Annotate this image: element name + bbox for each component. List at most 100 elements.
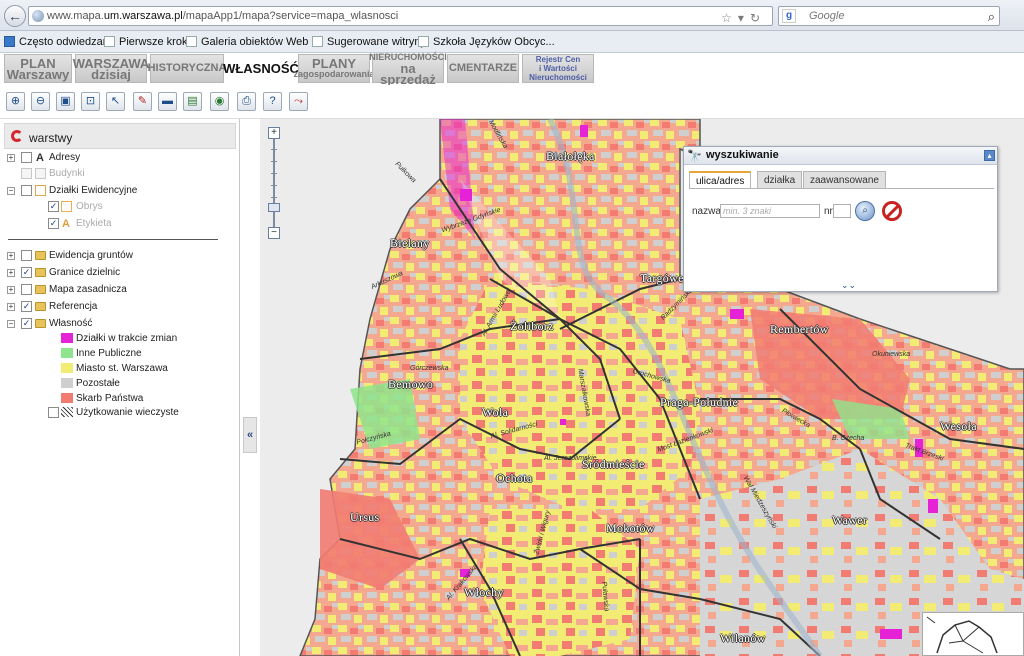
tab-plany[interactable]: PLANY zagospodarowania	[294, 54, 375, 83]
district-label: Mokotów	[606, 521, 655, 535]
zoom-plus-icon[interactable]: +	[268, 127, 280, 139]
layer-checkbox[interactable]	[21, 250, 32, 261]
tab-dzialka[interactable]: działka	[757, 171, 803, 189]
bookmarks-bar: Często odwiedzane Pierwsze kroki Galeria…	[0, 31, 1024, 53]
tab-historyczna[interactable]: HISTORYCZNA	[148, 54, 226, 83]
address-bar[interactable]: www.mapa.um.warszawa.pl/mapaApp1/mapa?se…	[28, 6, 773, 26]
tab-wlasnosc[interactable]: WŁASNOŚĆ	[223, 54, 299, 83]
layers-icon[interactable]: ▤	[183, 92, 202, 111]
zoom-tick	[271, 197, 277, 198]
district-label: Białołęka	[546, 149, 595, 163]
route-icon[interactable]: ⤳	[289, 92, 308, 111]
bookmark-folder-icon	[4, 36, 15, 47]
binoculars-icon: 🔭	[687, 149, 702, 163]
outline-symbol-icon	[61, 201, 72, 212]
zoom-track[interactable]	[273, 139, 275, 227]
zoom-extent-icon[interactable]: ⊡	[81, 92, 100, 111]
search-dialog-header[interactable]: 🔭 wyszukiwanie ▴	[684, 147, 997, 165]
clear-stop-icon[interactable]	[882, 201, 902, 221]
search-magnifier-icon[interactable]: ⌕	[855, 201, 875, 221]
layer-checkbox[interactable]	[48, 407, 59, 418]
collapse-minus-icon[interactable]: −	[7, 187, 15, 195]
text-layer-icon: A	[36, 152, 44, 164]
legend-swatch	[61, 363, 73, 373]
layer-label: Użytkowanie wieczyste	[76, 407, 179, 418]
layer-checkbox[interactable]: ✓	[21, 267, 32, 278]
hatch-symbol-icon	[61, 407, 73, 417]
expand-chevron-icon[interactable]: ⌄⌄	[841, 280, 856, 291]
zoom-handle[interactable]	[268, 203, 280, 212]
pointer-icon[interactable]: ↖	[106, 92, 125, 111]
layer-label: Budynki	[49, 168, 85, 179]
district-label: Rembertów	[770, 322, 829, 336]
bookmark-item[interactable]: Pierwsze kroki	[104, 35, 190, 49]
layer-checkbox[interactable]	[21, 152, 32, 163]
layer-checkbox	[21, 168, 32, 179]
legend-label: Miasto st. Warszawa	[76, 363, 168, 374]
tab-zaawansowane[interactable]: zaawansowane	[803, 171, 886, 189]
back-arrow-icon[interactable]: ←	[4, 5, 26, 27]
house-number-input[interactable]	[833, 204, 851, 218]
expand-plus-icon[interactable]: +	[7, 303, 15, 311]
overview-map[interactable]	[922, 612, 1024, 656]
pin-icon[interactable]: ▴	[984, 150, 995, 161]
layer-checkbox[interactable]: ✓	[21, 318, 32, 329]
expand-plus-icon[interactable]: +	[7, 252, 15, 260]
google-icon[interactable]: g	[782, 9, 796, 23]
bookmark-item[interactable]: Sugerowane witryny	[312, 35, 426, 49]
street-label: Górczewska	[410, 365, 449, 372]
tab-warszawa-dzisiaj[interactable]: WARSZAWA dzisiaj	[73, 54, 149, 83]
browser-search-input[interactable]: g Google ⌕	[778, 6, 1000, 26]
browser-navigation-bar: ← www.mapa.um.warszawa.pl/mapaApp1/mapa?…	[0, 0, 1024, 31]
layer-checkbox[interactable]: ✓	[48, 201, 59, 212]
legend-swatch	[61, 393, 73, 403]
legend-label: Pozostałe	[76, 378, 120, 389]
collapse-panel-button[interactable]: «	[243, 417, 257, 453]
layer-label: Referencja	[49, 301, 98, 312]
district-label: Wilanów	[720, 631, 766, 645]
street-name-input[interactable]: min. 3 znaki	[720, 204, 820, 218]
zoom-box-icon[interactable]: ▣	[56, 92, 75, 111]
layer-checkbox[interactable]	[21, 185, 32, 196]
magnifier-icon[interactable]: ⌕	[988, 8, 995, 26]
layer-checkbox[interactable]: ✓	[48, 218, 59, 229]
layer-checkbox[interactable]: ✓	[21, 301, 32, 312]
app-tabs: PLAN Warszawy WARSZAWA dzisiaj HISTORYCZNA…	[0, 52, 1024, 86]
layer-symbol-icon	[35, 168, 46, 179]
tab-rejestr-cen[interactable]: Rejestr Cen i Wartości Nieruchomości	[522, 54, 594, 83]
zoom-minus-icon[interactable]: −	[268, 227, 280, 239]
tab-nieruchomosci-na-sprzedaz[interactable]: NIERUCHOMOŚCI na sprzedaż	[369, 52, 447, 86]
globe-icon[interactable]: ◉	[210, 92, 229, 111]
bookmark-page-icon	[104, 36, 115, 47]
tab-cmentarze[interactable]: CMENTARZE	[447, 54, 519, 83]
layer-checkbox[interactable]	[21, 284, 32, 295]
bookmark-item[interactable]: Szkoła Języków Obcyc...	[418, 35, 555, 49]
bookmark-item[interactable]: Często odwiedzane	[4, 35, 115, 49]
zoom-tick	[271, 149, 277, 150]
expand-plus-icon[interactable]: +	[7, 286, 15, 294]
tab-plan-warszawy[interactable]: PLAN Warszawy	[4, 54, 72, 83]
collapse-minus-icon[interactable]: −	[7, 320, 15, 328]
tab-divider	[689, 188, 994, 189]
zoom-tick	[271, 185, 277, 186]
layers-title: warstwy	[29, 131, 73, 145]
folder-icon	[35, 285, 46, 294]
district-label: Żoliborz	[510, 319, 554, 333]
tab-ulica-adres[interactable]: ulica/adres	[689, 171, 752, 189]
print-icon[interactable]: ⎙	[237, 92, 256, 111]
parcel-symbol-icon	[35, 185, 46, 196]
warstwy-logo-icon	[11, 130, 23, 142]
help-icon[interactable]: ?	[263, 92, 282, 111]
bookmark-star-icon[interactable]: ☆▾↻	[721, 9, 766, 27]
zoom-in-icon[interactable]: ⊕	[6, 92, 25, 111]
bookmark-item[interactable]: Galeria obiektów Web ...	[186, 35, 321, 49]
zoom-slider[interactable]: + −	[268, 127, 280, 239]
street-label: Okuniewska	[872, 351, 911, 358]
zoom-out-icon[interactable]: ⊖	[31, 92, 50, 111]
district-label: Praga-Południe	[660, 395, 739, 409]
district-label: Włochy	[464, 585, 504, 599]
identify-icon[interactable]: ✎	[133, 92, 152, 111]
expand-plus-icon[interactable]: +	[7, 154, 15, 162]
expand-plus-icon[interactable]: +	[7, 269, 15, 277]
measure-icon[interactable]: ▬	[158, 92, 177, 111]
